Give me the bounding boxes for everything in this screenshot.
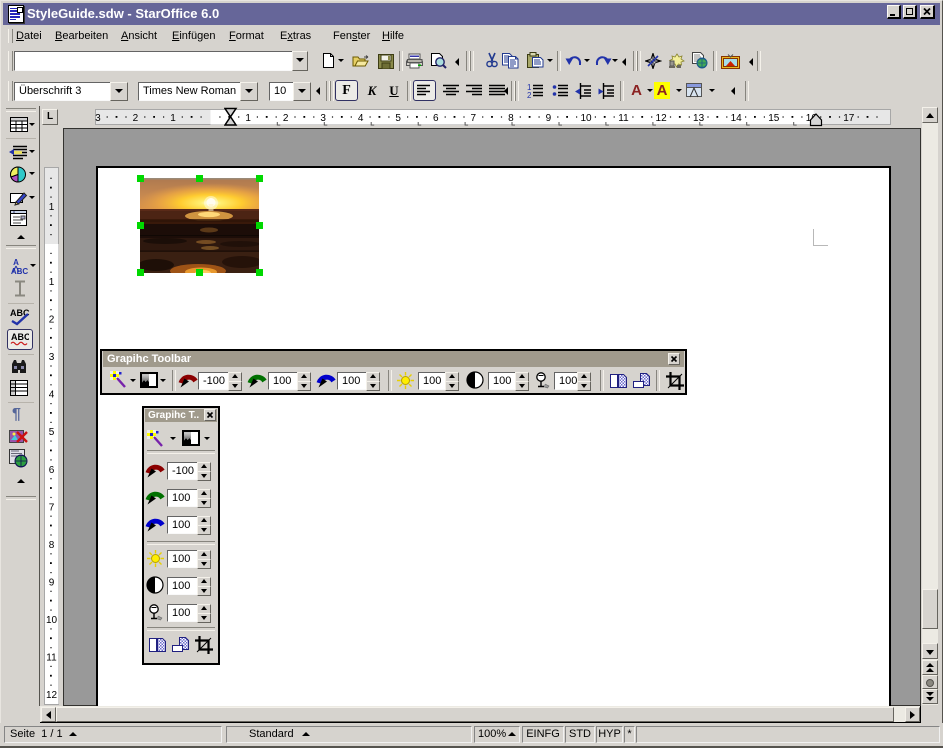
svg-text:9: 9 <box>546 113 552 124</box>
svg-text:1: 1 <box>49 277 55 288</box>
svg-text:5: 5 <box>395 113 401 124</box>
svg-text:10: 10 <box>46 615 58 626</box>
svg-text:3: 3 <box>95 113 101 124</box>
svg-text:5: 5 <box>49 427 55 438</box>
svg-text:4: 4 <box>358 113 364 124</box>
svg-text:15: 15 <box>768 113 780 124</box>
svg-text:9: 9 <box>49 577 55 588</box>
svg-text:7: 7 <box>49 502 55 513</box>
svg-text:ABC: ABC <box>11 267 29 276</box>
svg-text:1: 1 <box>49 202 55 213</box>
svg-text:ABC: ABC <box>11 332 29 342</box>
svg-text:8: 8 <box>508 113 514 124</box>
svg-text:3: 3 <box>320 113 326 124</box>
svg-text:7: 7 <box>471 113 477 124</box>
svg-text:2: 2 <box>283 113 289 124</box>
svg-text:A: A <box>13 258 19 267</box>
svg-text:1: 1 <box>245 113 251 124</box>
svg-text:12: 12 <box>656 113 668 124</box>
svg-text:1: 1 <box>170 113 176 124</box>
svg-text:11: 11 <box>46 653 57 664</box>
svg-text:17: 17 <box>843 113 855 124</box>
svg-text:6: 6 <box>433 113 439 124</box>
svg-text:13: 13 <box>693 113 705 124</box>
svg-text:8: 8 <box>49 540 55 551</box>
svg-text:2: 2 <box>49 315 55 326</box>
svg-text:6: 6 <box>49 465 55 476</box>
svg-text:2: 2 <box>133 113 139 124</box>
svg-text:14: 14 <box>731 113 743 124</box>
svg-text:11: 11 <box>618 113 629 124</box>
svg-text:2: 2 <box>527 91 532 99</box>
svg-text:3: 3 <box>49 352 55 363</box>
svg-text:10: 10 <box>580 113 592 124</box>
svg-text:12: 12 <box>46 690 58 701</box>
svg-text:4: 4 <box>49 390 55 401</box>
